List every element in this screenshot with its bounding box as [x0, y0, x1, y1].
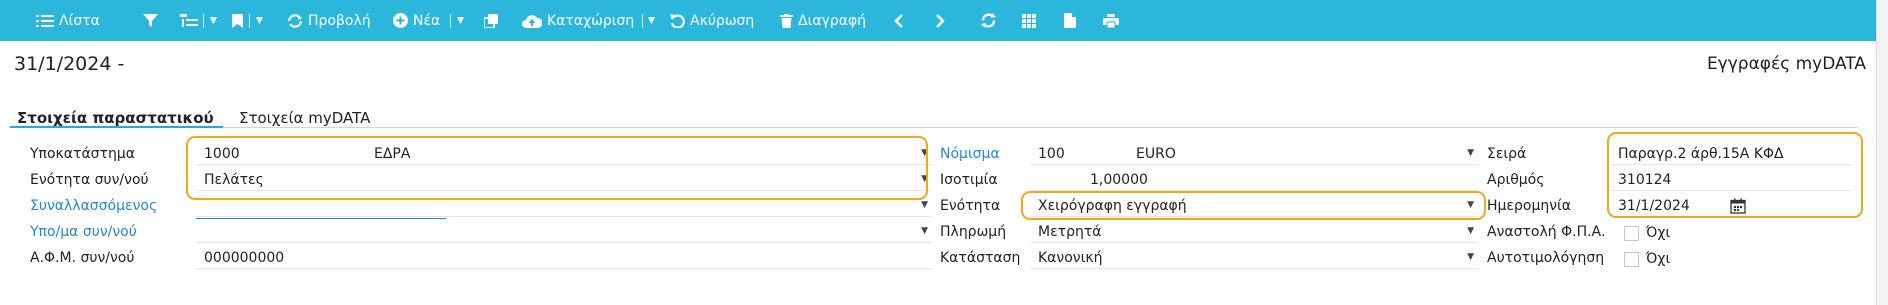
vat-suspension-label: Αναστολή Φ.Π.Α.: [1487, 224, 1606, 240]
rate-field[interactable]: 1,00000: [1030, 169, 1478, 191]
currency-label[interactable]: Νόμισμα: [940, 146, 1000, 162]
new-label: Νέα: [413, 12, 441, 29]
rate-value: 1,00000: [1090, 171, 1148, 188]
filter-icon: [143, 13, 158, 28]
partner-vat-field[interactable]: 000000000: [196, 247, 932, 269]
chevron-down-icon: ▼: [210, 15, 217, 26]
delete-label: Διαγραφή: [798, 12, 867, 29]
chevron-down-icon[interactable]: ▼: [921, 226, 928, 236]
tab-mydata-details[interactable]: Στοιχεία myDATA: [239, 109, 370, 127]
trash-icon: [780, 13, 793, 28]
toolbar: Λίστα ▼ ▼ Προβολή Νέα ▼ Καταχώριση ▼ Ακύ…: [0, 0, 1888, 41]
list-button[interactable]: Λίστα: [36, 0, 100, 41]
grid-button[interactable]: [1022, 0, 1036, 41]
status-label: Κατάσταση: [940, 250, 1021, 266]
list-label: Λίστα: [59, 12, 100, 29]
next-button[interactable]: [935, 0, 945, 41]
payment-label: Πληρωμή: [940, 224, 1007, 240]
copy-icon: [484, 13, 498, 28]
chevron-right-icon: [935, 13, 945, 28]
view-button[interactable]: Προβολή: [287, 0, 371, 41]
chevron-left-icon: [894, 13, 904, 28]
date-label: Ημερομηνία: [1487, 198, 1572, 214]
chevron-down-icon: ▼: [648, 15, 655, 26]
active-tab-indicator: [10, 126, 223, 128]
bookmark-dropdown[interactable]: ▼: [256, 0, 263, 41]
page-title: 31/1/2024 -: [14, 53, 125, 75]
payment-value: Μετρητά: [1038, 223, 1102, 240]
self-billing-label: Αυτοτιμολόγηση: [1487, 250, 1605, 266]
partner-vat-label: Α.Φ.Μ. συν/νού: [30, 250, 135, 266]
toolbar-separator: [450, 14, 451, 28]
undo-icon: [670, 13, 685, 28]
tree-view-dropdown[interactable]: ▼: [210, 0, 217, 41]
status-value: Κανονική: [1038, 249, 1103, 266]
number-label: Αριθμός: [1487, 172, 1545, 188]
branch-label: Υποκατάστημα: [30, 146, 135, 162]
chevron-down-icon[interactable]: ▼: [1467, 226, 1474, 236]
partner-vat-value: 000000000: [204, 249, 285, 266]
toolbar-separator: [203, 14, 204, 28]
self-billing-checkbox[interactable]: [1624, 252, 1639, 267]
payment-select[interactable]: Μετρητά ▼: [1030, 221, 1478, 243]
series-number-date-highlight: [1607, 132, 1863, 218]
branch-partner-unit-highlight: [186, 136, 928, 200]
filter-button[interactable]: [143, 0, 158, 41]
record-button[interactable]: Καταχώριση: [522, 0, 634, 41]
vat-suspension-value: Όχι: [1646, 225, 1671, 241]
window-edge: [1876, 0, 1888, 305]
vat-suspension-checkbox[interactable]: [1624, 226, 1639, 241]
section-highlight: [1021, 191, 1486, 220]
tab-divider: [10, 127, 1858, 128]
cloud-upload-icon: [522, 14, 542, 28]
list-icon: [36, 14, 54, 28]
tree-view-button[interactable]: [180, 0, 198, 41]
refresh-icon: [980, 12, 997, 29]
copy-button[interactable]: [484, 0, 498, 41]
chevron-down-icon[interactable]: ▼: [1467, 252, 1474, 262]
partner-unit-label: Ενότητα συν/νού: [30, 172, 149, 188]
refresh-button[interactable]: [980, 0, 997, 41]
cancel-button[interactable]: Ακύρωση: [670, 0, 754, 41]
records-title: Εγγραφές myDATA: [1706, 54, 1866, 74]
partner-branch-select[interactable]: ▼: [196, 221, 932, 243]
record-dropdown[interactable]: ▼: [648, 0, 655, 41]
bookmark-icon: [232, 13, 243, 28]
delete-button[interactable]: Διαγραφή: [780, 0, 866, 41]
partner-label[interactable]: Συναλλασσόμενος: [30, 198, 157, 214]
partner-branch-label[interactable]: Υπο/μα συν/νού: [30, 224, 137, 240]
rate-label: Ισοτιμία: [940, 172, 998, 188]
toolbar-separator: [249, 14, 250, 28]
refresh-view-icon: [287, 13, 303, 28]
chevron-down-icon[interactable]: ▼: [921, 200, 928, 210]
attachment-button[interactable]: [1064, 0, 1076, 41]
tab-document-details[interactable]: Στοιχεία παραστατικού: [17, 109, 214, 127]
bookmark-button[interactable]: [232, 0, 243, 41]
currency-code: 100: [1038, 145, 1065, 162]
tree-icon: [180, 13, 198, 28]
self-billing-value: Όχι: [1646, 251, 1671, 267]
document-icon: [1064, 13, 1076, 28]
currency-select[interactable]: 100 EURO ▼: [1030, 143, 1478, 165]
chevron-down-icon: ▼: [457, 15, 464, 26]
plus-circle-icon: [393, 13, 408, 28]
view-label: Προβολή: [308, 12, 371, 29]
series-label: Σειρά: [1487, 146, 1527, 162]
chevron-down-icon: ▼: [256, 15, 263, 26]
chevron-down-icon[interactable]: ▼: [1467, 148, 1474, 158]
record-label: Καταχώριση: [547, 12, 635, 29]
grid-icon: [1022, 13, 1036, 28]
printer-icon: [1103, 13, 1119, 28]
cancel-label: Ακύρωση: [690, 12, 755, 29]
currency-name: EURO: [1136, 145, 1176, 162]
previous-button[interactable]: [894, 0, 904, 41]
new-dropdown[interactable]: ▼: [457, 0, 464, 41]
status-select[interactable]: Κανονική ▼: [1030, 247, 1478, 269]
partner-focus-line: [196, 218, 446, 219]
new-button[interactable]: Νέα: [393, 0, 440, 41]
print-button[interactable]: [1103, 0, 1119, 41]
toolbar-separator: [642, 14, 643, 28]
section-label: Ενότητα: [940, 198, 1001, 214]
